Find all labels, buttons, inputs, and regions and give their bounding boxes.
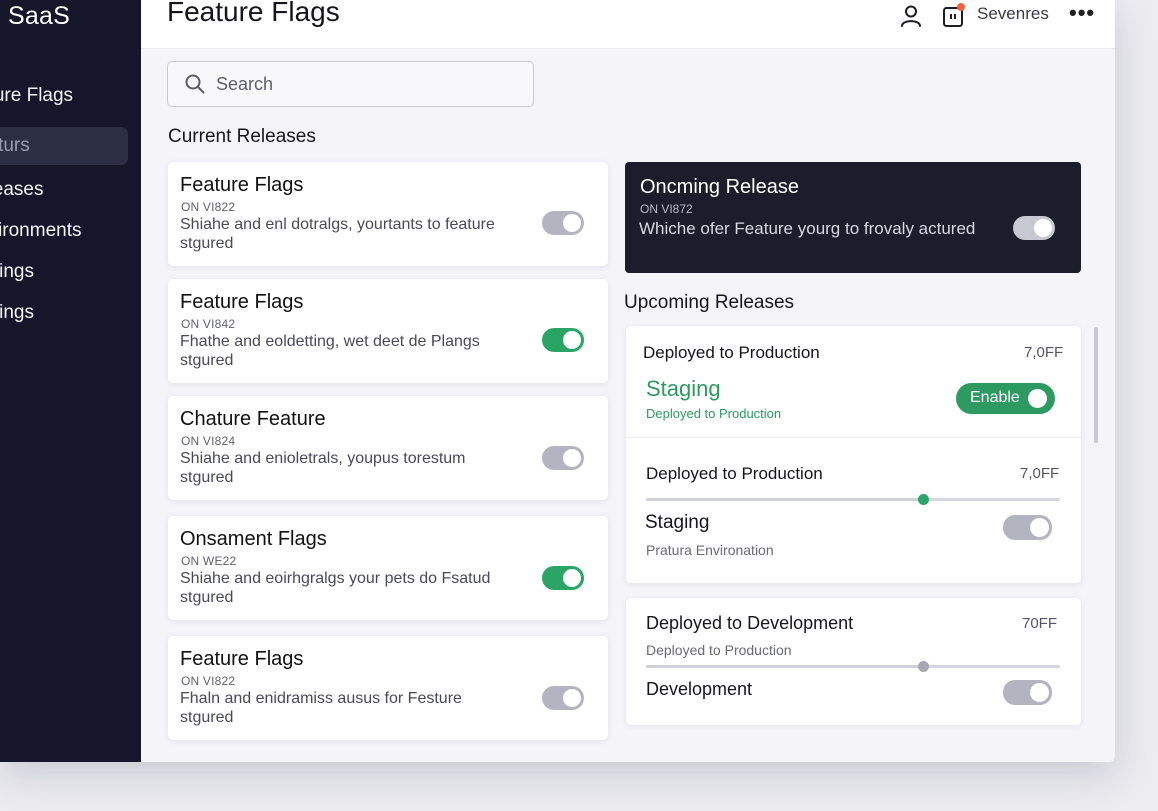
sidebar-item-settings[interactable]: ettings <box>0 253 128 291</box>
toggle-knob <box>563 331 581 349</box>
card-description: Fhathe and eoldetting, wet deet de Plang… <box>180 333 480 369</box>
deploy-status-value: 7,0FF <box>1020 465 1060 482</box>
deploy-status-label: Deployed to Production <box>646 464 823 483</box>
upcoming-release-panel: Deployed to Production 7,0FF Staging Dep… <box>626 326 1081 583</box>
development-toggle[interactable] <box>1003 680 1052 705</box>
slider-handle[interactable] <box>918 494 930 505</box>
toggle-knob <box>1034 219 1052 237</box>
slider-fill <box>646 498 924 501</box>
main-content: Feature Flags Sevenres ••• Search Curren… <box>141 0 1115 762</box>
enable-label: Enable <box>970 389 1020 406</box>
oncoming-description: Whiche ofer Feature yourg to frovaly act… <box>639 219 976 238</box>
development-release-panel: Deployed to Development 70FF Deployed to… <box>626 598 1081 725</box>
search-input[interactable] <box>216 70 516 98</box>
release-card: Feature Flags ON VI822 Fhaln and enidram… <box>168 636 608 740</box>
card-description: Shiahe and eoirhgralgs your pets do Fsat… <box>180 570 491 606</box>
card-description: Shiahe and enioletrals, youpus torestum … <box>180 450 466 486</box>
divider <box>626 437 1081 438</box>
brand-logo: SaaS <box>8 2 70 30</box>
toggle-knob <box>1030 518 1049 537</box>
card-version: ON VI822 <box>181 674 236 688</box>
card-description: Shiahe and enl dotralgs, yourtants to fe… <box>180 216 495 252</box>
flag-toggle[interactable] <box>542 328 584 352</box>
card-version: ON VI824 <box>181 434 236 448</box>
notifications-icon[interactable] <box>941 3 967 29</box>
flag-toggle[interactable] <box>542 211 584 235</box>
staging-sublabel: Deployed to Production <box>646 406 782 421</box>
slider-handle[interactable] <box>918 661 930 672</box>
upcoming-releases-heading: Upcoming Releases <box>624 292 795 313</box>
deploy-status-label: Deployed to Development <box>646 613 854 633</box>
sidebar-item-features[interactable]: esturs <box>0 127 128 165</box>
oncoming-toggle[interactable] <box>1013 216 1055 240</box>
staging-label: Staging <box>646 376 721 401</box>
staging-env-sublabel: Pratura Environation <box>646 542 774 558</box>
rollout-slider[interactable] <box>646 494 1060 505</box>
toggle-knob <box>1028 389 1047 408</box>
development-label: Development <box>646 679 753 699</box>
card-title: Feature Flags <box>180 291 304 313</box>
card-description: Fhaln and enidramiss ausus for Festure s… <box>180 690 462 726</box>
release-card: Feature Flags ON VI842 Fhathe and eoldet… <box>168 279 608 383</box>
card-title: Chature Feature <box>180 408 326 430</box>
current-releases-heading: Current Releases <box>168 126 316 147</box>
release-card: Feature Flags ON VI822 Shiahe and enl do… <box>168 162 608 266</box>
deploy-status-value: 7,0FF <box>1024 344 1064 361</box>
flag-toggle[interactable] <box>542 566 584 590</box>
search-box <box>167 61 534 107</box>
app-window: SaaS ature Flags esturs eleases nvironme… <box>0 0 1115 762</box>
oncoming-title: Oncming Release <box>640 176 799 198</box>
sidebar-item-settings-2[interactable]: ettings <box>0 294 128 332</box>
card-title: Onsament Flags <box>180 528 327 550</box>
oncoming-version: ON VI872 <box>640 202 693 216</box>
sidebar: SaaS ature Flags esturs eleases nvironme… <box>0 0 141 762</box>
card-version: ON WE22 <box>181 554 237 568</box>
release-card: Chature Feature ON VI824 Shiahe and enio… <box>168 396 608 500</box>
toggle-knob <box>563 569 581 587</box>
staging-env-label: Staging <box>645 512 710 533</box>
release-card: Onsament Flags ON WE22 Shiahe and eoirhg… <box>168 516 608 620</box>
toggle-knob <box>563 214 581 232</box>
user-icon[interactable] <box>898 3 924 29</box>
user-name-menu[interactable]: Sevenres <box>977 4 1049 24</box>
card-version: ON VI822 <box>181 200 236 214</box>
top-bar: Feature Flags Sevenres ••• <box>141 0 1115 49</box>
page-title: Feature Flags <box>167 0 340 27</box>
flag-toggle[interactable] <box>542 686 584 710</box>
flag-toggle[interactable] <box>542 446 584 470</box>
sidebar-item-releases[interactable]: eleases <box>0 171 128 209</box>
staging-toggle[interactable] <box>1003 515 1052 540</box>
search-icon <box>185 74 205 94</box>
sidebar-item-feature-flags[interactable]: ature Flags <box>0 77 128 115</box>
card-title: Feature Flags <box>180 648 304 670</box>
slider-fill <box>646 665 924 668</box>
deploy-sublabel: Deployed to Production <box>646 642 792 658</box>
panel-scrollbar[interactable] <box>1094 327 1098 443</box>
oncoming-release-card: Oncming Release ON VI872 Whiche ofer Fea… <box>625 162 1081 273</box>
toggle-knob <box>563 449 581 467</box>
sidebar-item-environments[interactable]: nvironments <box>0 212 128 250</box>
toggle-knob <box>1030 683 1049 702</box>
enable-toggle-button[interactable]: Enable <box>956 383 1055 414</box>
deploy-status-label: Deployed to Production <box>643 343 820 362</box>
deploy-status-value: 70FF <box>1022 615 1058 632</box>
toggle-knob <box>563 689 581 707</box>
more-options-icon[interactable]: ••• <box>1069 0 1095 26</box>
card-title: Feature Flags <box>180 174 304 196</box>
card-version: ON VI842 <box>181 317 236 331</box>
rollout-slider[interactable] <box>646 661 1060 672</box>
